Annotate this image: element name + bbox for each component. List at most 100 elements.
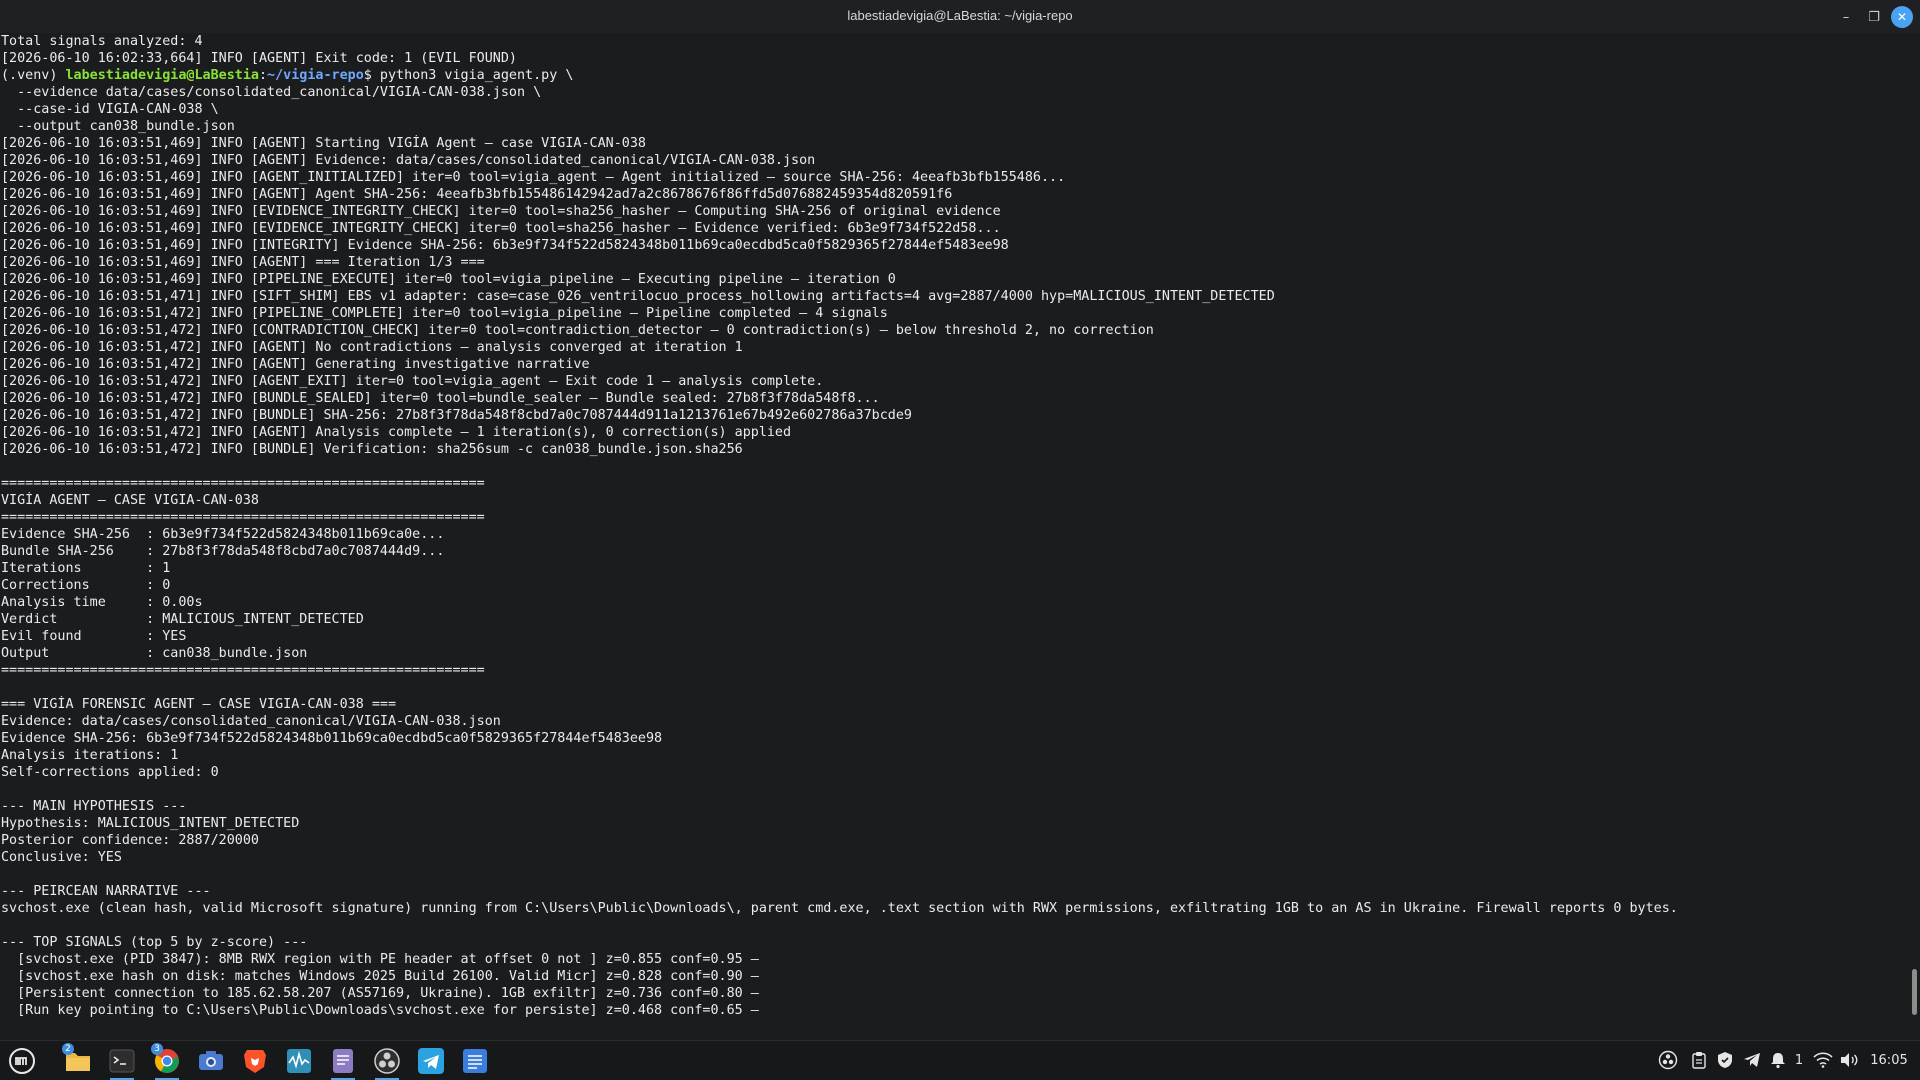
terminal-line: Posterior confidence: 2887/20000 xyxy=(1,833,259,848)
terminal-line: --- MAIN HYPOTHESIS --- xyxy=(1,799,187,814)
telegram-icon xyxy=(418,1048,444,1074)
files-badge: 2 xyxy=(62,1043,74,1055)
taskbar-telegram[interactable] xyxy=(413,1045,449,1077)
obs-icon xyxy=(374,1048,400,1074)
prompt-venv: (.venv) xyxy=(1,68,66,83)
terminal-line: Analysis iterations: 1 xyxy=(1,748,179,763)
terminal-line: [2026-06-10 16:03:51,472] INFO [AGENT] A… xyxy=(1,425,792,440)
terminal-line: (.venv) labestiadevigia@LaBestia:~/vigia… xyxy=(1,67,1908,84)
terminal-line: [Persistent connection to 185.62.58.207 … xyxy=(1,986,759,1001)
terminal-line: ========================================… xyxy=(1,510,485,525)
taskbar: 2 3 xyxy=(0,1040,1920,1080)
taskbar-text-editor[interactable] xyxy=(325,1045,361,1080)
terminal-line: svchost.exe (clean hash, valid Microsoft… xyxy=(1,901,1678,916)
scrollbar-thumb[interactable] xyxy=(1912,969,1917,1015)
prompt-path: ~/vigia-repo xyxy=(267,68,364,83)
terminal-line: Evidence: data/cases/consolidated_canoni… xyxy=(1,714,501,729)
obs-tray-glyph-icon xyxy=(1658,1050,1678,1070)
shield-glyph-icon xyxy=(1718,1052,1732,1068)
telegram-tray-icon[interactable] xyxy=(1742,1050,1762,1070)
terminal-line: [svchost.exe (PID 3847): 8MB RWX region … xyxy=(1,952,759,967)
terminal-line: ========================================… xyxy=(1,663,485,678)
shield-icon[interactable] xyxy=(1715,1050,1735,1070)
terminal-line: --case-id VIGIA-CAN-038 \ xyxy=(1,102,219,117)
wifi-icon[interactable] xyxy=(1812,1050,1834,1070)
terminal-line: [2026-06-10 16:03:51,469] INFO [EVIDENCE… xyxy=(1,221,1001,236)
clipboard-icon[interactable] xyxy=(1689,1050,1709,1070)
notes-icon xyxy=(463,1049,487,1073)
terminal-line: [2026-06-10 16:03:51,469] INFO [AGENT] E… xyxy=(1,153,816,168)
terminal-line: [svchost.exe hash on disk: matches Windo… xyxy=(1,969,759,984)
terminal-icon xyxy=(109,1049,135,1073)
notification-icon[interactable] xyxy=(1768,1050,1788,1070)
clipboard-glyph-icon xyxy=(1692,1052,1706,1069)
terminal-line: ========================================… xyxy=(1,476,485,491)
close-icon[interactable]: ✕ xyxy=(1891,6,1913,28)
taskbar-camera[interactable] xyxy=(193,1045,229,1077)
camera-icon xyxy=(199,1051,223,1070)
terminal-line: [2026-06-10 16:03:51,469] INFO [INTEGRIT… xyxy=(1,238,1009,253)
chrome-badge: 3 xyxy=(151,1043,163,1055)
terminal-line: Conclusive: YES xyxy=(1,850,122,865)
window-titlebar: labestiadevigia@LaBestia: ~/vigia-repo –… xyxy=(0,0,1920,33)
notification-glyph-icon xyxy=(1771,1053,1785,1069)
window-title: labestiadevigia@LaBestia: ~/vigia-repo xyxy=(847,8,1073,23)
terminal-line: [2026-06-10 16:03:51,472] INFO [PIPELINE… xyxy=(1,306,888,321)
taskbar-notes[interactable] xyxy=(457,1045,493,1077)
terminal-line: [2026-06-10 16:03:51,472] INFO [BUNDLE] … xyxy=(1,442,743,457)
prompt-command: python3 vigia_agent.py \ xyxy=(379,68,574,83)
taskbar-chrome[interactable]: 3 xyxy=(149,1043,185,1080)
terminal-line: [2026-06-10 16:02:33,664] INFO [AGENT] E… xyxy=(1,51,517,66)
obs-tray-icon[interactable] xyxy=(1657,1050,1679,1070)
terminal-line: Total signals analyzed: 4 xyxy=(1,34,203,49)
terminal-line: [2026-06-10 16:03:51,472] INFO [AGENT] N… xyxy=(1,340,743,355)
terminal-line: Output : can038_bundle.json xyxy=(1,646,308,661)
terminal-line: [2026-06-10 16:03:51,471] INFO [SIFT_SHI… xyxy=(1,289,1275,304)
menu-icon xyxy=(9,1048,35,1074)
terminal-line: Corrections : 0 xyxy=(1,578,171,593)
scrollbar[interactable] xyxy=(1908,33,1920,1040)
prompt-user: labestiadevigia@LaBestia xyxy=(65,68,259,83)
taskbar-terminal[interactable] xyxy=(104,1045,140,1080)
system-monitor-icon xyxy=(287,1049,311,1073)
menu-button[interactable] xyxy=(4,1045,40,1077)
taskbar-brave[interactable] xyxy=(237,1045,273,1077)
terminal-line: --- TOP SIGNALS (top 5 by z-score) --- xyxy=(1,935,308,950)
terminal-line: === VIGÍA FORENSIC AGENT — CASE VIGIA-CA… xyxy=(1,697,397,712)
terminal-output: Total signals analyzed: 4 [2026-06-10 16:… xyxy=(0,33,1908,1019)
terminal-line: [2026-06-10 16:03:51,472] INFO [BUNDLE] … xyxy=(1,408,912,423)
clock[interactable]: 16:05 xyxy=(1866,1050,1912,1070)
terminal-line: Analysis time : 0.00s xyxy=(1,595,203,610)
terminal-line: [2026-06-10 16:03:51,469] INFO [AGENT_IN… xyxy=(1,170,1066,185)
wifi-glyph-icon xyxy=(1813,1052,1833,1068)
terminal-line: [2026-06-10 16:03:51,472] INFO [AGENT_EX… xyxy=(1,374,824,389)
volume-glyph-icon xyxy=(1841,1053,1858,1067)
terminal-line: Evidence SHA-256 : 6b3e9f734f522d5824348… xyxy=(1,527,445,542)
terminal-line: [2026-06-10 16:03:51,472] INFO [AGENT] G… xyxy=(1,357,590,372)
terminal-line: --- PEIRCEAN NARRATIVE --- xyxy=(1,884,211,899)
terminal-line: [2026-06-10 16:03:51,469] INFO [AGENT] S… xyxy=(1,136,646,151)
taskbar-files[interactable]: 2 xyxy=(60,1043,96,1077)
terminal-line: Verdict : MALICIOUS_INTENT_DETECTED xyxy=(1,612,364,627)
terminal-line: [2026-06-10 16:03:51,469] INFO [PIPELINE… xyxy=(1,272,896,287)
maximize-icon[interactable]: ❐ xyxy=(1863,6,1885,28)
terminal-line: [Run key pointing to C:\Users\Public\Dow… xyxy=(1,1003,759,1018)
terminal-line: [2026-06-10 16:03:51,469] INFO [AGENT] A… xyxy=(1,187,953,202)
terminal-line: Bundle SHA-256 : 27b8f3f78da548f8cbd7a0c… xyxy=(1,544,445,559)
terminal-line: VIGÍA AGENT — CASE VIGIA-CAN-038 xyxy=(1,493,259,508)
text-editor-icon xyxy=(333,1049,353,1073)
terminal-view[interactable]: Total signals analyzed: 4 [2026-06-10 16:… xyxy=(0,33,1908,1040)
notification-count: 1 xyxy=(1794,1052,1804,1068)
taskbar-system-monitor[interactable] xyxy=(281,1045,317,1077)
terminal-line: Hypothesis: MALICIOUS_INTENT_DETECTED xyxy=(1,816,300,831)
taskbar-obs[interactable] xyxy=(369,1045,405,1080)
terminal-line: [2026-06-10 16:03:51,469] INFO [EVIDENCE… xyxy=(1,204,1001,219)
volume-icon[interactable] xyxy=(1838,1050,1860,1070)
minimize-icon[interactable]: – xyxy=(1835,6,1857,28)
terminal-line: Evil found : YES xyxy=(1,629,187,644)
